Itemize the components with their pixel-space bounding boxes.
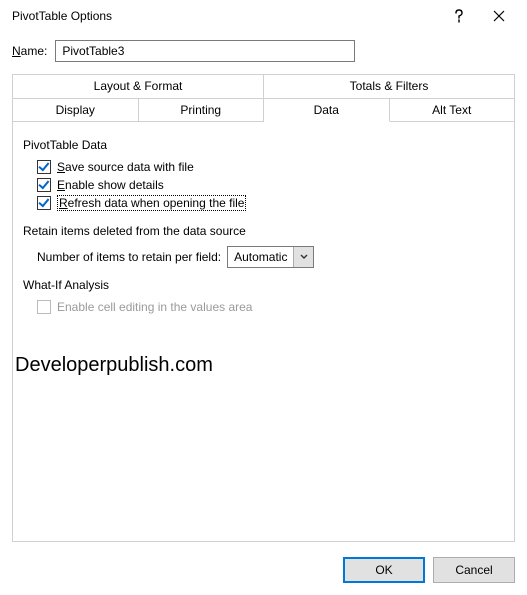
close-button[interactable] [479, 0, 519, 32]
check-row-enable-details: Enable show details [37, 178, 504, 192]
section-whatif: What-If Analysis [23, 278, 504, 292]
field-row-retain-count: Number of items to retain per field: Aut… [37, 246, 504, 268]
check-row-cell-edit: Enable cell editing in the values area [37, 300, 504, 314]
name-row: Name: [0, 32, 527, 74]
select-retain-value: Automatic [228, 247, 293, 267]
checkbox-cell-edit [37, 300, 51, 314]
tab-layout-format[interactable]: Layout & Format [12, 74, 264, 98]
cancel-button[interactable]: Cancel [433, 557, 515, 583]
tabs-container: Layout & Format Totals & Filters Display… [0, 74, 527, 542]
titlebar: PivotTable Options [0, 0, 527, 32]
name-label: Name: [12, 44, 47, 58]
section-retain: Retain items deleted from the data sourc… [23, 224, 504, 238]
name-input[interactable] [55, 40, 355, 62]
checkbox-refresh[interactable] [37, 196, 51, 210]
help-icon [454, 9, 464, 23]
checkbox-save-source[interactable] [37, 160, 51, 174]
check-row-refresh: Refresh data when opening the file [37, 196, 504, 210]
label-enable-details: Enable show details [57, 178, 164, 192]
watermark-text: Developerpublish.com [15, 354, 213, 377]
label-retain-count: Number of items to retain per field: [37, 250, 221, 264]
tab-printing[interactable]: Printing [139, 98, 265, 122]
section-pivottable-data: PivotTable Data [23, 138, 504, 152]
ok-button[interactable]: OK [343, 557, 425, 583]
label-cell-edit: Enable cell editing in the values area [57, 300, 252, 314]
tabs-row-1: Layout & Format Totals & Filters [12, 74, 515, 98]
tab-data[interactable]: Data [264, 98, 390, 122]
select-retain-count[interactable]: Automatic [227, 246, 314, 268]
tabs-row-2: Display Printing Data Alt Text [12, 98, 515, 122]
help-button[interactable] [439, 0, 479, 32]
tab-totals-filters[interactable]: Totals & Filters [264, 74, 515, 98]
close-icon [493, 10, 505, 22]
check-row-save-source: Save source data with file [37, 160, 504, 174]
dialog-title: PivotTable Options [12, 9, 439, 23]
button-bar: OK Cancel [343, 557, 515, 583]
tab-content-data: PivotTable Data Save source data with fi… [12, 122, 515, 542]
select-dropdown-button[interactable] [293, 247, 313, 267]
checkbox-enable-details[interactable] [37, 178, 51, 192]
label-refresh: Refresh data when opening the file [57, 196, 246, 210]
label-save-source: Save source data with file [57, 160, 194, 174]
tab-alt-text[interactable]: Alt Text [390, 98, 516, 122]
chevron-down-icon [300, 254, 308, 260]
tab-display[interactable]: Display [12, 98, 139, 122]
